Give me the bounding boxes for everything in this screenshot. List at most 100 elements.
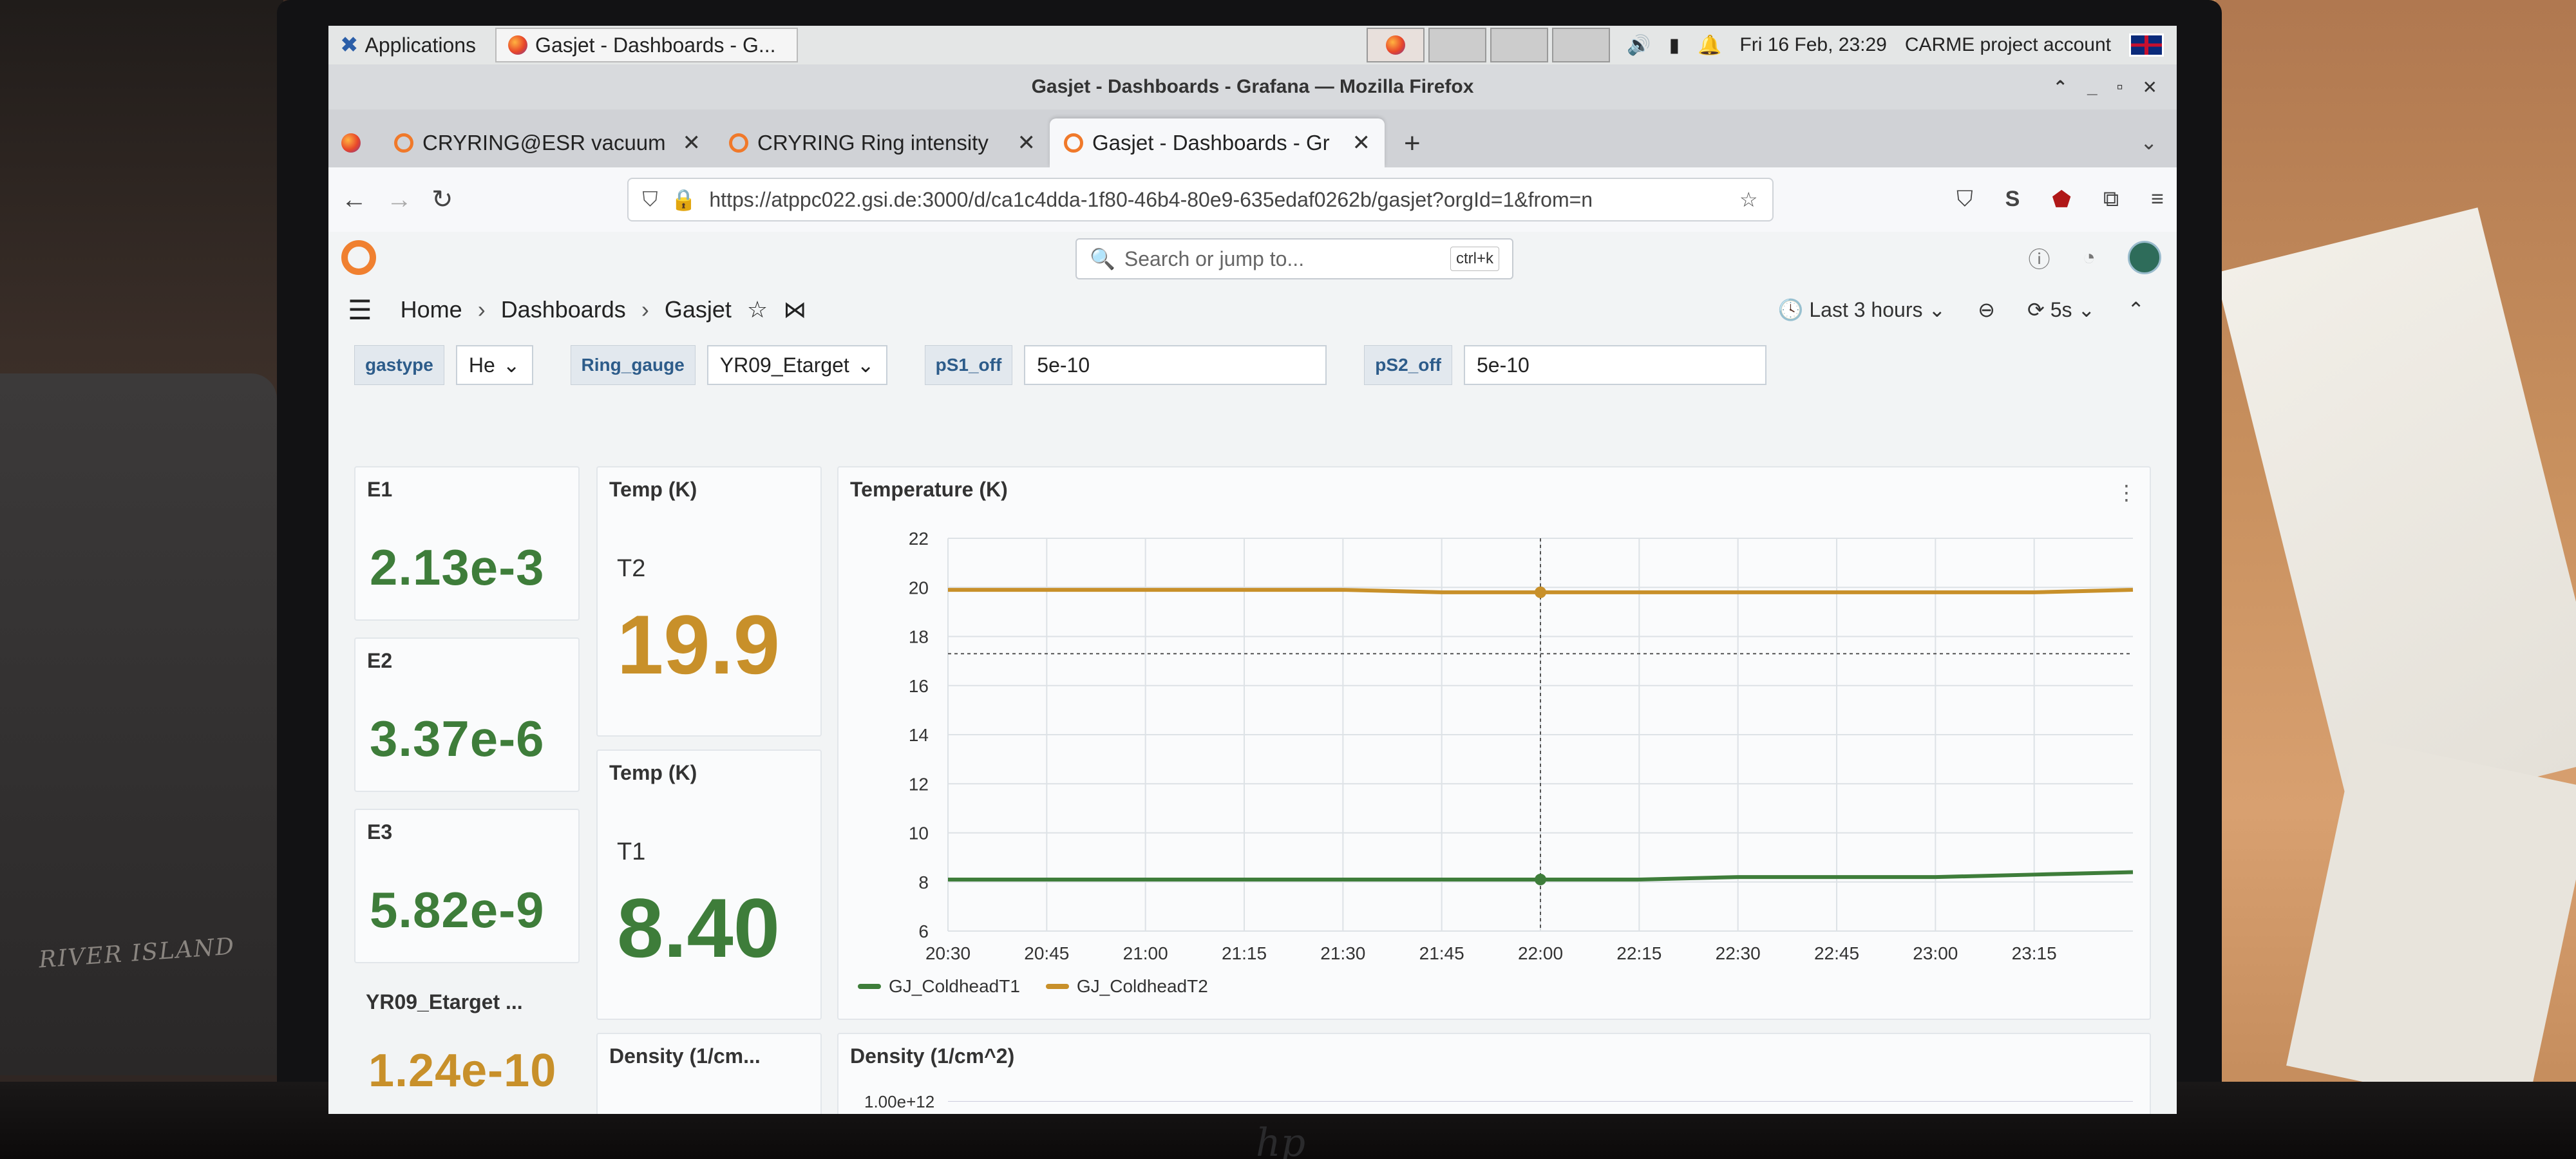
search-input[interactable]: 🔍 Search or jump to... ctrl+k (1075, 238, 1513, 279)
x-tick-label: 21:30 (1320, 943, 1365, 963)
favorite-star-icon[interactable]: ☆ (747, 296, 768, 323)
breadcrumb-dashboards[interactable]: Dashboards (501, 296, 626, 323)
legend-item[interactable]: GJ_ColdheadT2 (1045, 976, 1208, 997)
window-controls: ⌃ _ ▫ ✕ (2053, 64, 2157, 109)
share-icon[interactable]: ⋈ (783, 296, 806, 323)
ring-gauge-label: Ring_gauge (570, 345, 696, 385)
stat-value: 3.37e-6 (370, 710, 545, 767)
navigation-bar: ← → ↻ ⛉ 🔒 https://atppc022.gsi.de:3000/d… (328, 167, 2177, 232)
forward-icon[interactable]: → (386, 185, 412, 214)
taskbar-window-item[interactable]: Gasjet - Dashboards - G... (495, 28, 799, 62)
search-icon: 🔍 (1090, 247, 1115, 270)
close-tab-icon[interactable]: ✕ (1352, 130, 1371, 156)
user-avatar[interactable] (2128, 241, 2161, 274)
system-tray: 🔊 ▮ 🔔 Fri 16 Feb, 23:29 CARME project ac… (1614, 33, 2177, 57)
time-range-label: Last 3 hours (1809, 298, 1923, 321)
panel-temp-t2[interactable]: Temp (K) T2 19.9 (596, 466, 822, 737)
variables-row: gastype He ⌄ Ring_gauge YR09_Etarget ⌄ pS1… (328, 336, 2177, 394)
gastype-select[interactable]: He ⌄ (455, 345, 533, 385)
ring-gauge-value: YR09_Etarget (719, 353, 849, 377)
extensions-icon[interactable]: ⧉ (2103, 187, 2119, 212)
panel-temperature-chart[interactable]: Temperature (K) ⋮ 6 8 10 12 14 16 18 20 22 20:30 2… (837, 466, 2151, 1020)
x-tick-label: 23:15 (2012, 943, 2057, 963)
collapse-icon[interactable]: ⌃ (2127, 297, 2145, 322)
ring-gauge-select[interactable]: YR09_Etarget ⌄ (706, 345, 887, 385)
panel-title: YR09_Etarget ... (366, 990, 523, 1013)
ublock-icon[interactable]: ⬟ (2052, 187, 2071, 212)
panel-e1[interactable]: E1 2.13e-3 (354, 466, 580, 621)
shade-icon[interactable]: ⌃ (2053, 77, 2068, 98)
new-tab-icon[interactable]: + (1385, 127, 1440, 167)
back-icon[interactable]: ← (341, 185, 367, 214)
chart-legend: GJ_ColdheadT1 GJ_ColdheadT2 (858, 976, 1208, 997)
extension-s-icon[interactable]: S (2005, 187, 2020, 212)
notification-bell-icon[interactable]: 🔔 (1698, 34, 1721, 57)
ps2-off-input[interactable]: 5e-10 (1463, 345, 1766, 385)
firefox-view-icon[interactable] (341, 133, 361, 153)
maximize-icon[interactable]: ▫ (2117, 77, 2123, 97)
applications-menu[interactable]: ✖ Applications (328, 26, 488, 64)
panel-temp-t1[interactable]: Temp (K) T1 8.40 (596, 749, 822, 1020)
lock-icon[interactable]: 🔒 (671, 187, 697, 212)
panel-title: E3 (367, 820, 393, 843)
pocket-icon[interactable]: ⛉ (1956, 187, 1973, 212)
panel-density-stat[interactable]: Density (1/cm... (596, 1033, 822, 1114)
gastype-label: gastype (354, 345, 444, 385)
menu-icon[interactable]: ≡ (2151, 187, 2164, 212)
x-tick-label: 20:45 (1024, 943, 1069, 963)
panel-e2[interactable]: E2 3.37e-6 (354, 637, 580, 792)
chevron-down-icon: ⌄ (857, 353, 875, 377)
reload-icon[interactable]: ↻ (431, 185, 453, 214)
workspace-2[interactable] (1428, 28, 1487, 62)
search-shortcut: ctrl+k (1450, 247, 1499, 271)
tab-gasjet[interactable]: Gasjet - Dashboards - Gr ✕ (1050, 118, 1385, 167)
grafana-logo-icon[interactable] (341, 240, 376, 275)
panel-e3[interactable]: E3 5.82e-9 (354, 809, 580, 963)
panel-title: Density (1/cm^2) (850, 1044, 1015, 1068)
legend-item[interactable]: GJ_ColdheadT1 (858, 976, 1020, 997)
ps1-off-input[interactable]: 5e-10 (1024, 345, 1327, 385)
panel-yr09-etarget[interactable]: YR09_Etarget ... 1.24e-10 (354, 980, 580, 1114)
list-tabs-icon[interactable]: ⌄ (2121, 130, 2177, 167)
tab-cryring-ring-intensity[interactable]: CRYRING Ring intensity ✕ (715, 118, 1050, 167)
ps1-off-label: pS1_off (924, 345, 1013, 385)
time-range-picker[interactable]: 🕓 Last 3 hours ⌄ (1778, 297, 1946, 322)
shield-icon[interactable]: ⛉ (643, 187, 658, 212)
close-tab-icon[interactable]: ✕ (683, 130, 701, 156)
stat-value: 8.40 (617, 881, 781, 975)
panel-title: Temp (K) (609, 478, 697, 501)
workspace-3[interactable] (1490, 28, 1549, 62)
screen: ✖ Applications Gasjet - Dashboards - G..… (328, 26, 2177, 1114)
battery-icon[interactable]: ▮ (1669, 34, 1680, 57)
tab-title: Gasjet - Dashboards - Gr (1092, 131, 1330, 155)
zoom-out-icon[interactable]: ⊖ (1978, 297, 1995, 322)
stat-value: 1.24e-10 (368, 1045, 557, 1097)
window-titlebar: Gasjet - Dashboards - Grafana — Mozilla … (328, 64, 2177, 109)
breadcrumb: ☰ Home › Dashboards › Gasjet ☆ ⋈ 🕓 Last … (328, 283, 2177, 336)
minimize-icon[interactable]: _ (2087, 77, 2098, 97)
menu-toggle-icon[interactable]: ☰ (348, 294, 372, 326)
close-tab-icon[interactable]: ✕ (1018, 130, 1036, 156)
grafana-favicon-icon (394, 133, 413, 153)
volume-icon[interactable]: 🔊 (1627, 34, 1651, 57)
tab-cryring-vacuum[interactable]: CRYRING@ESR vacuum ✕ (380, 118, 715, 167)
url-bar[interactable]: ⛉ 🔒 https://atppc022.gsi.de:3000/d/ca1c4… (627, 178, 1774, 221)
help-icon[interactable]: ⓘ (2028, 242, 2050, 274)
breadcrumb-separator-icon: › (477, 296, 486, 323)
breadcrumb-home[interactable]: Home (401, 296, 462, 323)
workspace-4[interactable] (1552, 28, 1611, 62)
panel-density-chart[interactable]: Density (1/cm^2) 1.00e+12 (837, 1033, 2151, 1114)
workspace-1[interactable] (1367, 28, 1425, 62)
clock[interactable]: Fri 16 Feb, 23:29 (1739, 34, 1886, 56)
refresh-picker[interactable]: ⟳ 5s ⌄ (2027, 297, 2095, 322)
tab-title: CRYRING@ESR vacuum (422, 131, 666, 155)
bookmark-star-icon[interactable]: ☆ (1739, 187, 1758, 212)
grafana-favicon-icon (1064, 133, 1083, 153)
news-icon[interactable]: ◔ (2082, 245, 2096, 270)
grafana-app: 🔍 Search or jump to... ctrl+k ⓘ ◔ ☰ Home… (328, 232, 2177, 1114)
tab-title: CRYRING Ring intensity (757, 131, 989, 155)
gridline (948, 1101, 2133, 1102)
keyboard-layout-flag-icon[interactable] (2129, 33, 2164, 57)
close-window-icon[interactable]: ✕ (2143, 77, 2157, 98)
account-name[interactable]: CARME project account (1905, 34, 2111, 56)
